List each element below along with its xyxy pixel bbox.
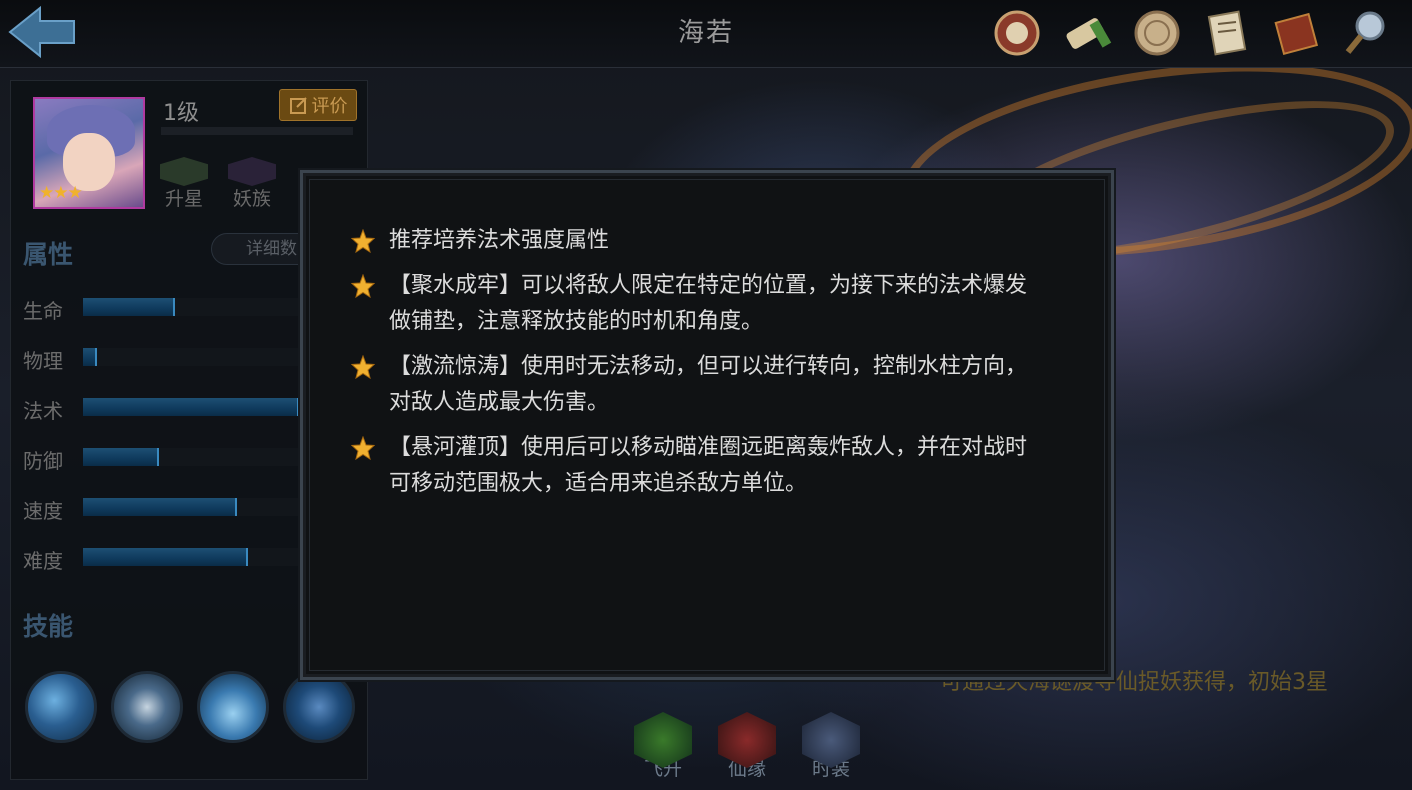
star-bullet-icon (351, 355, 375, 379)
tips-list: 推荐培养法术强度属性 【聚水成牢】可以将敌人限定在特定的位置，为接下来的法术爆发… (351, 223, 1041, 511)
star-bullet-icon (351, 274, 375, 298)
tips-dialog: 推荐培养法术强度属性 【聚水成牢】可以将敌人限定在特定的位置，为接下来的法术爆发… (300, 170, 1114, 680)
tip-item: 推荐培养法术强度属性 (351, 223, 1041, 259)
tip-item: 【激流惊涛】使用时无法移动，但可以进行转向，控制水柱方向，对敌人造成最大伤害。 (351, 349, 1041, 421)
star-bullet-icon (351, 229, 375, 253)
tip-item: 【悬河灌顶】使用后可以移动瞄准圈远距离轰炸敌人，并在对战时可移动范围极大，适合用… (351, 430, 1041, 502)
tip-item: 【聚水成牢】可以将敌人限定在特定的位置，为接下来的法术爆发做铺垫，注意释放技能的… (351, 268, 1041, 340)
star-bullet-icon (351, 436, 375, 460)
